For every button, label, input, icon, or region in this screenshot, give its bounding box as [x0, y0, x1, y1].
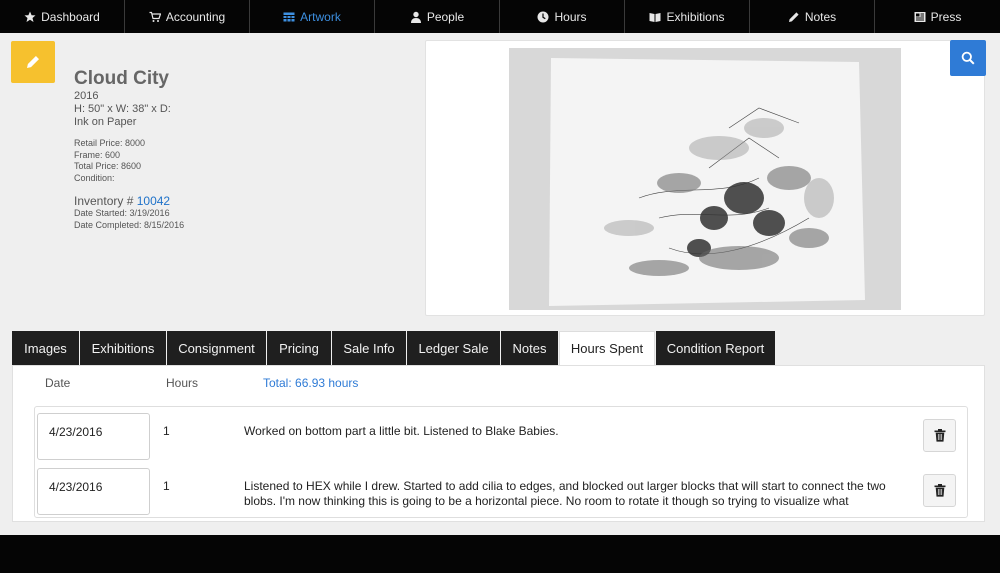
nav-label: Notes	[804, 9, 837, 24]
nav-label: Exhibitions	[666, 9, 725, 24]
hours-list: 4/23/2016 1 Worked on bottom part a litt…	[34, 406, 968, 518]
cart-icon	[149, 11, 161, 22]
hours-value: 1	[163, 479, 170, 493]
artwork-info: Cloud City 2016 H: 50" x W: 38" x D: Ink…	[74, 68, 404, 231]
tab-consignment[interactable]: Consignment	[167, 331, 266, 365]
date-started: Date Started: 3/19/2016	[74, 208, 170, 218]
tab-exhibitions[interactable]: Exhibitions	[80, 331, 166, 365]
nav-artwork[interactable]: Artwork	[250, 0, 375, 33]
trash-icon	[934, 429, 945, 442]
nav-label: Artwork	[300, 9, 341, 24]
nav-label: Press	[930, 9, 962, 24]
date-completed: Date Completed: 8/15/2016	[74, 219, 185, 230]
hours-value: 1	[163, 424, 170, 438]
artwork-image[interactable]	[509, 48, 901, 310]
tab-ledger-sale[interactable]: Ledger Sale	[407, 331, 500, 365]
column-header-hours: Hours	[166, 376, 199, 390]
edit-button[interactable]	[11, 41, 55, 83]
nav-label: Hours	[554, 9, 587, 24]
tab-sale-info[interactable]: Sale Info	[332, 331, 406, 365]
artwork-dimensions: H: 50" x W: 38" x D:	[74, 103, 171, 115]
inventory: Inventory # 10042	[74, 194, 404, 208]
nav-press[interactable]: Press	[875, 0, 1000, 33]
book-icon	[649, 12, 661, 22]
artwork-tabs: Images Exhibitions Consignment Pricing S…	[12, 331, 776, 365]
tab-notes[interactable]: Notes	[501, 331, 558, 365]
frame-price: Frame: 600	[74, 149, 121, 160]
nav-label: Dashboard	[41, 9, 100, 24]
person-icon	[410, 11, 421, 23]
search-button[interactable]	[950, 40, 986, 76]
search-icon	[961, 51, 975, 65]
star-icon	[24, 11, 36, 22]
top-navigation: Dashboard Accounting Artwork People Hour…	[0, 0, 1000, 33]
newspaper-icon	[914, 11, 926, 22]
condition: Condition:	[74, 172, 115, 183]
tab-condition-report[interactable]: Condition Report	[656, 331, 775, 365]
date-field[interactable]: 4/23/2016	[37, 468, 150, 515]
inventory-number[interactable]: 10042	[137, 194, 170, 208]
nav-accounting[interactable]: Accounting	[125, 0, 250, 33]
tab-hours-spent[interactable]: Hours Spent	[559, 331, 655, 365]
artwork-year: 2016	[74, 90, 99, 102]
nav-exhibitions[interactable]: Exhibitions	[625, 0, 750, 33]
total-hours: Total: 66.93 hours	[263, 376, 359, 390]
nav-dashboard[interactable]: Dashboard	[0, 0, 125, 33]
nav-hours[interactable]: Hours	[500, 0, 625, 33]
artwork-title: Cloud City	[74, 68, 169, 89]
note-text: Worked on bottom part a little bit. List…	[244, 424, 559, 438]
column-header-date: Date	[45, 376, 71, 390]
artwork-image-panel	[425, 40, 985, 316]
nav-label: People	[426, 9, 465, 24]
total-price: Total Price: 8600	[74, 161, 142, 171]
nav-notes[interactable]: Notes	[750, 0, 875, 33]
trash-icon	[934, 484, 945, 497]
delete-button[interactable]	[923, 419, 956, 452]
hours-spent-panel: Date Hours Total: 66.93 hours 4/23/2016 …	[12, 365, 985, 522]
artwork-medium: Ink on Paper	[74, 116, 137, 128]
inventory-label: Inventory #	[74, 194, 134, 208]
table-icon	[283, 12, 295, 21]
nav-people[interactable]: People	[375, 0, 500, 33]
pencil-icon	[788, 11, 799, 22]
clock-icon	[537, 11, 549, 22]
delete-button[interactable]	[923, 474, 956, 507]
footer-bar	[0, 535, 1000, 573]
pencil-icon	[27, 56, 39, 68]
tab-images[interactable]: Images	[12, 331, 79, 365]
nav-label: Accounting	[165, 9, 226, 24]
retail-price: Retail Price: 8000	[74, 138, 146, 148]
tab-pricing[interactable]: Pricing	[267, 331, 331, 365]
date-field[interactable]: 4/23/2016	[37, 413, 150, 460]
note-text: Listened to HEX while I drew. Started to…	[244, 479, 886, 508]
